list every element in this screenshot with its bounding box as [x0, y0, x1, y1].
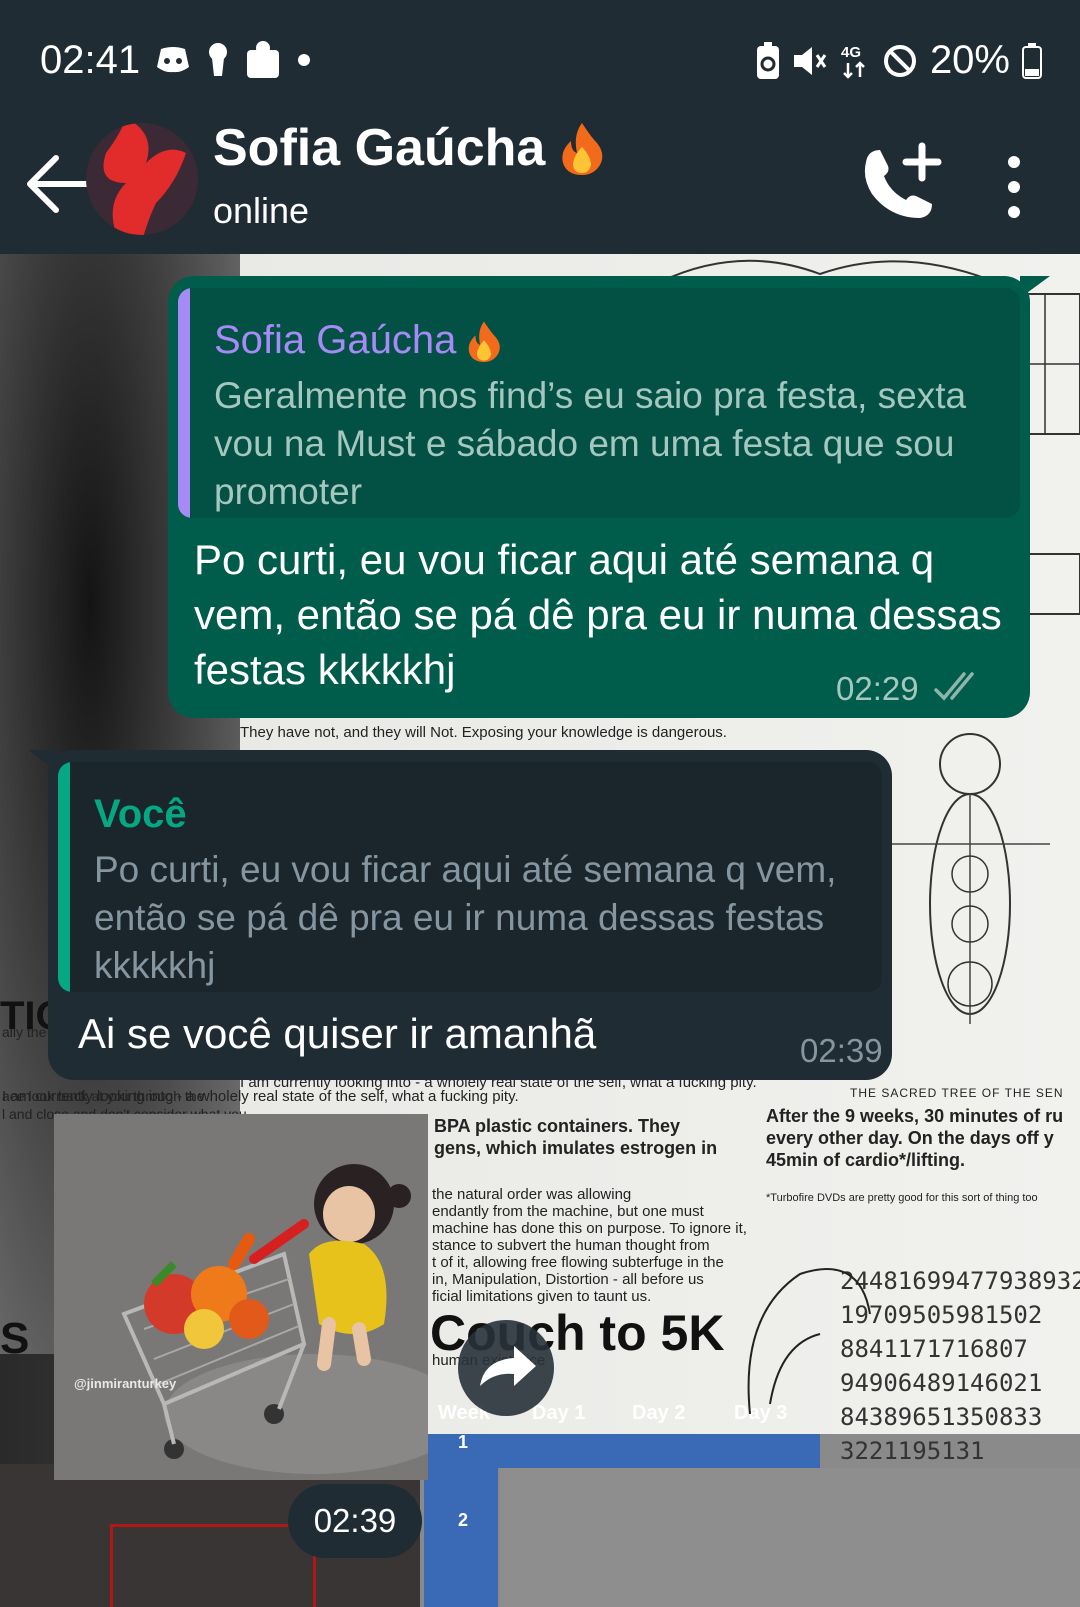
wallpaper-text: S: [0, 1314, 30, 1363]
forward-icon: [480, 1346, 536, 1386]
outgoing-message[interactable]: Sofia Gaúcha Geralmente nos find’s eu sa…: [168, 276, 1050, 718]
read-receipt-icon: [934, 672, 974, 701]
wallpaper-text: in, Manipulation, Distortion - all befor…: [432, 1271, 704, 1288]
fire-emoji-icon: [562, 123, 603, 175]
network-4g-icon: 4G: [841, 44, 865, 79]
more-options-icon[interactable]: [990, 142, 1040, 232]
wallpaper-text: 45min of cardio*/lifting.: [766, 1150, 966, 1170]
quote-author-name: Sofia Gaúcha: [214, 318, 457, 362]
quote-text: Geralmente nos find’s eu saio pra festa,…: [214, 375, 967, 512]
message-time: 02:39: [800, 1032, 883, 1069]
battery-icon: [1022, 42, 1042, 79]
vitruvian-drawing: [890, 733, 1050, 1024]
blocked-icon: [883, 44, 916, 77]
incoming-message[interactable]: Você Po curti, eu vou ficar aqui até sem…: [28, 750, 892, 1080]
gif-media-message[interactable]: @jinmiranturkey: [54, 1114, 428, 1480]
wallpaper-week-col: [424, 1468, 498, 1607]
message-text: Ai se você quiser ir amanhã: [78, 1010, 597, 1057]
wallpaper-text: THE SACRED TREE OF THE SEN: [850, 1086, 1064, 1100]
wallpaper-text: gens, which imulates estrogen in: [434, 1138, 718, 1158]
contact-avatar[interactable]: [86, 123, 198, 235]
gif-watermark: @jinmiranturkey: [74, 1376, 177, 1391]
dot-icon: [298, 54, 310, 66]
chat-header: Sofia Gaúcha online: [0, 118, 1080, 254]
keyhole-icon: [209, 43, 227, 76]
contact-name[interactable]: Sofia Gaúcha: [213, 118, 605, 178]
status-bar: 02:41 4G 20%: [0, 0, 1080, 118]
wallpaper-text: BPA plastic containers. They: [434, 1116, 681, 1136]
bubble-tail: [1020, 276, 1050, 298]
wallpaper-text: stance to subvert the human thought from: [432, 1237, 710, 1254]
quote-author-name: Você: [94, 792, 187, 836]
wallpaper-text: machine has done this on purpose. To ign…: [432, 1220, 747, 1237]
contact-name-text: Sofia Gaúcha: [213, 119, 546, 177]
quote-text: Po curti, eu vou ficar aqui até semana q…: [94, 849, 837, 986]
bubble-tail: [28, 750, 58, 772]
status-right-icons: 4G 20%: [756, 38, 1042, 83]
wallpaper-text: Day 2: [632, 1402, 686, 1424]
fire-emoji-icon: [469, 321, 501, 362]
wallpaper-text: *Turbofire DVDs are pretty good for this…: [766, 1192, 1038, 1204]
wallpaper-red-frame: [110, 1524, 316, 1607]
quoted-message[interactable]: Sofia Gaúcha Geralmente nos find’s eu sa…: [178, 288, 1020, 518]
quote-author: Sofia Gaúcha: [214, 318, 502, 363]
wallpaper-text: ace look back at you through the: [2, 1088, 205, 1104]
noise-area: [500, 1468, 1080, 1607]
notification-icons: [155, 40, 311, 80]
add-call-icon[interactable]: [850, 136, 950, 236]
wallpaper-text: endantly from the machine, but one must: [432, 1203, 704, 1220]
quote-bar: [58, 762, 70, 992]
svg-text:4G: 4G: [841, 44, 861, 61]
anime-drawing: [747, 1268, 871, 1415]
wallpaper-text: every other day. On the days off y: [766, 1128, 1054, 1148]
status-time: 02:41: [40, 38, 141, 82]
battery-percent: 20%: [929, 38, 1010, 82]
wallpaper-text: 1: [458, 1432, 469, 1452]
avatar-scribble: [103, 123, 186, 235]
wallpaper-text: They have not, and they will Not. Exposi…: [240, 724, 727, 741]
message-time: 02:29: [836, 670, 919, 707]
forward-button[interactable]: [458, 1320, 554, 1416]
wallpaper-text: the natural order was allowing: [432, 1186, 632, 1203]
quote-author: Você: [94, 792, 187, 837]
quoted-message[interactable]: Você Po curti, eu vou ficar aqui até sem…: [58, 762, 882, 992]
wallpaper-text: ficial limitations given to taunt us.: [432, 1288, 652, 1305]
contact-status: online: [213, 190, 310, 231]
discord-icon: [157, 47, 189, 73]
gif-time: 02:39: [288, 1484, 422, 1558]
wallpaper-text: After the 9 weeks, 30 minutes of ru: [766, 1106, 1064, 1126]
puzzle-icon: [247, 41, 279, 78]
wallpaper-text: t of it, allowing free flowing subterfug…: [432, 1254, 724, 1271]
gif-thumbnail: [54, 1114, 428, 1480]
battery-saver-icon: [756, 41, 779, 79]
quote-bar: [178, 288, 190, 518]
mute-icon: [793, 46, 827, 75]
wallpaper-text: 2: [458, 1510, 469, 1530]
